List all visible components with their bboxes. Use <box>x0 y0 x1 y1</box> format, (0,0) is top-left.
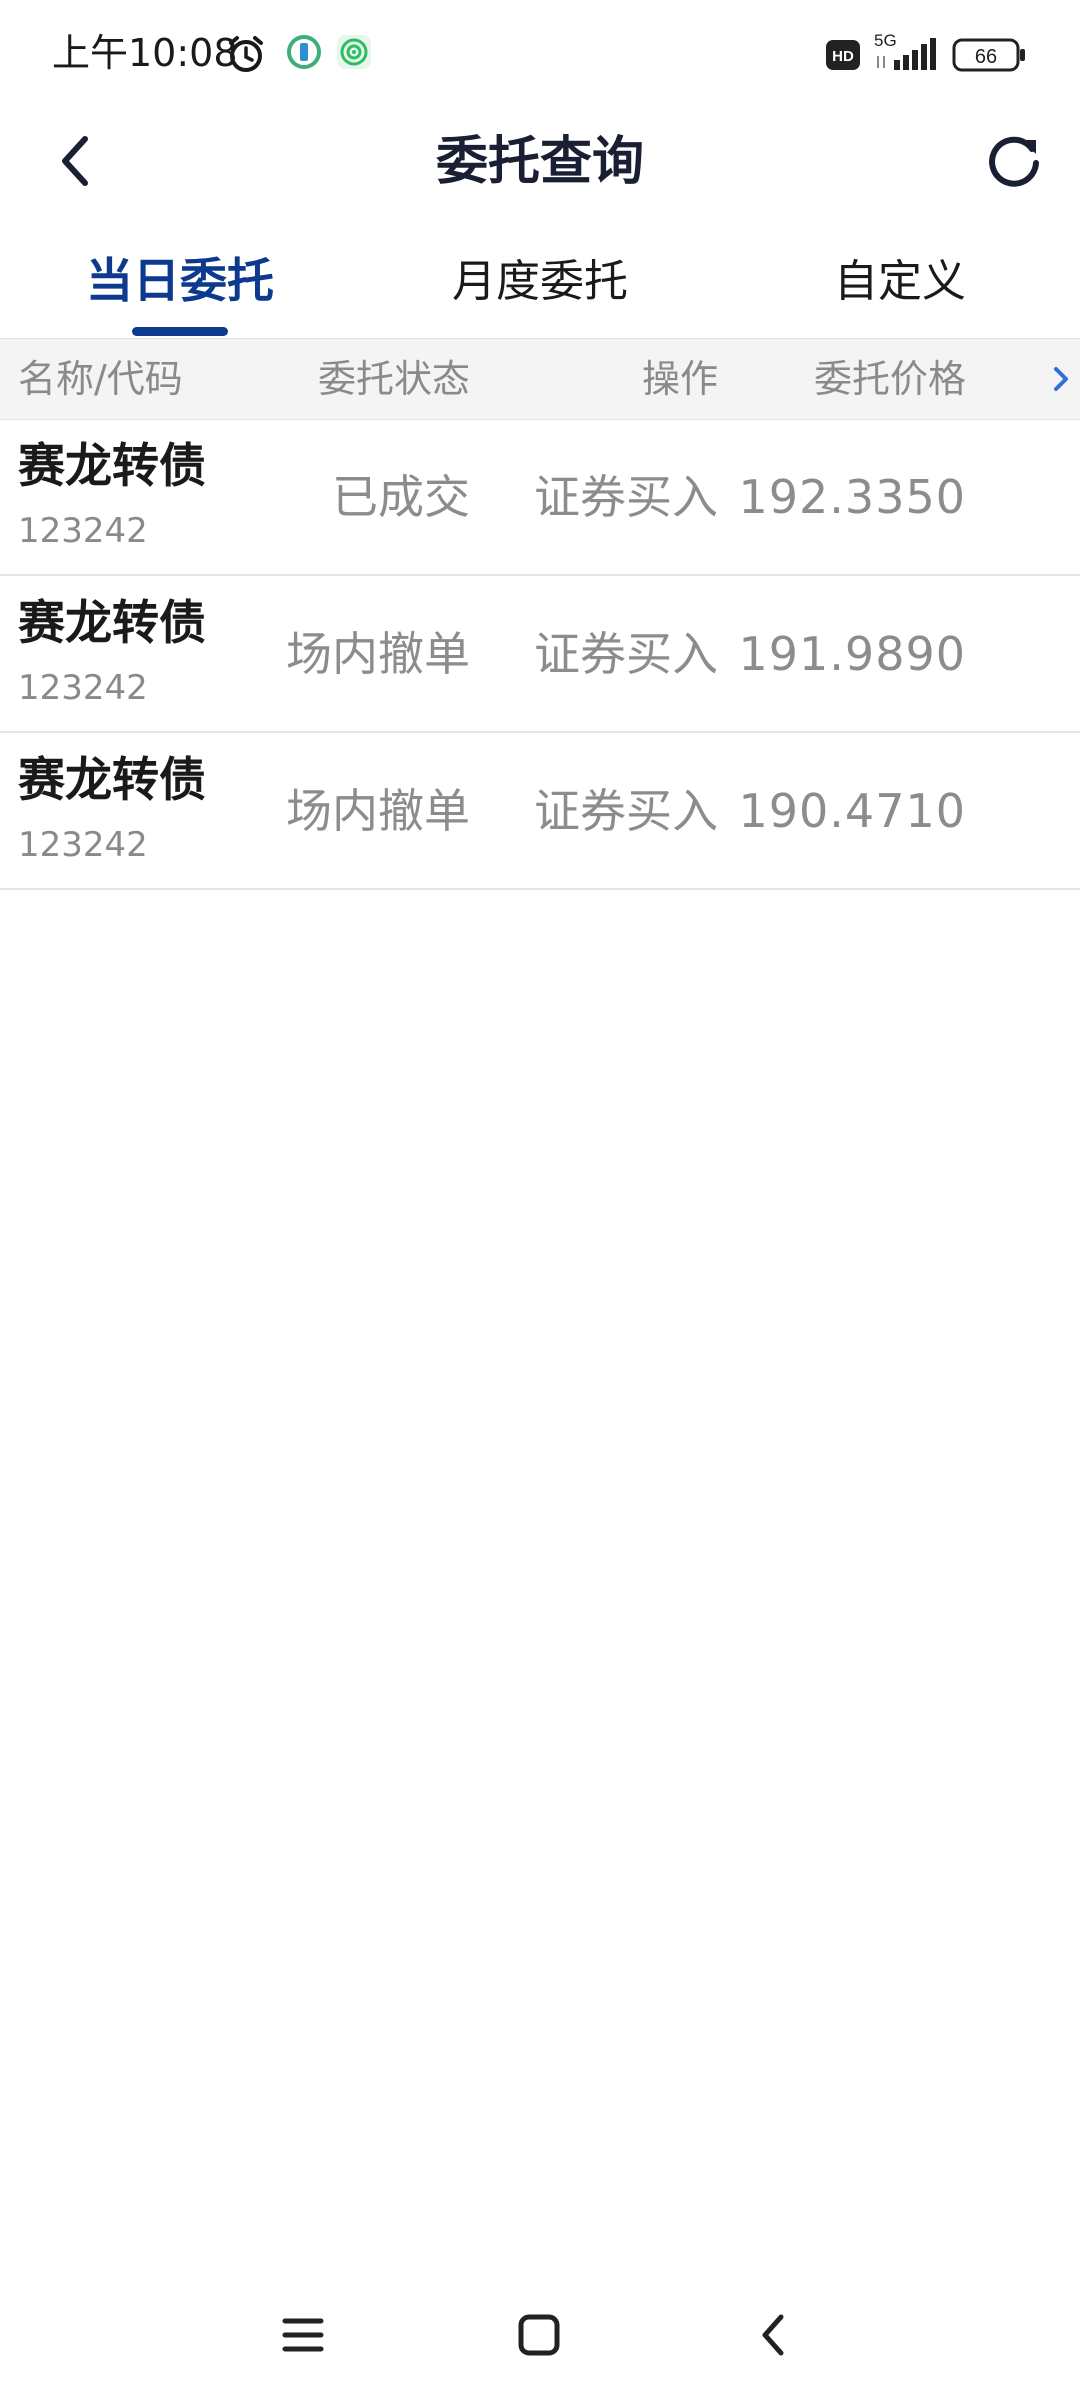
hd-icon: HD <box>826 40 860 74</box>
column-header-name-code: 名称/代码 <box>18 357 183 401</box>
app-notification-icon <box>286 34 322 74</box>
battery-level: 66 <box>975 46 997 68</box>
order-list: 赛龙转债 123242 已成交 证券买入 192.3350 赛龙转债 12324… <box>0 419 1080 890</box>
chevron-left-icon <box>762 2314 784 2356</box>
wechat-pay-icon <box>336 34 372 74</box>
svg-text:5G: 5G <box>874 31 897 50</box>
column-header-price: 委托价格 <box>814 357 967 401</box>
order-status: 场内撤单 <box>286 627 470 681</box>
order-status: 场内撤单 <box>286 784 470 838</box>
square-icon <box>518 2314 560 2356</box>
status-bar: 上午10:08 HD 5G 66 <box>0 0 1080 108</box>
page-title: 委托查询 <box>435 132 644 192</box>
security-name: 赛龙转债 <box>18 439 206 494</box>
tab-today-orders[interactable]: 当日委托 <box>80 252 280 312</box>
more-columns-button[interactable] <box>1048 357 1074 401</box>
security-code: 123242 <box>18 511 148 551</box>
order-operation: 证券买入 <box>534 627 718 681</box>
refresh-icon <box>989 136 1039 187</box>
column-header-operation: 操作 <box>642 357 719 401</box>
status-time: 上午10:08 <box>52 31 238 75</box>
security-code: 123242 <box>18 825 148 865</box>
order-price: 190.4710 <box>738 784 966 838</box>
table-row[interactable]: 赛龙转债 123242 已成交 证券买入 192.3350 <box>0 419 1080 576</box>
svg-text:HD: HD <box>832 48 854 65</box>
order-operation: 证券买入 <box>534 784 718 838</box>
tab-bar: 当日委托 月度委托 自定义 <box>0 230 1080 338</box>
security-name: 赛龙转债 <box>18 596 206 651</box>
order-status: 已成交 <box>332 470 470 524</box>
table-header: 名称/代码 委托状态 操作 委托价格 <box>0 338 1080 420</box>
menu-icon <box>282 2318 324 2352</box>
nav-back-button[interactable] <box>738 2300 808 2370</box>
tab-custom[interactable]: 自定义 <box>820 252 980 312</box>
column-header-status: 委托状态 <box>318 357 471 401</box>
refresh-button[interactable] <box>982 128 1048 194</box>
nav-home-button[interactable] <box>504 2300 574 2370</box>
security-code: 123242 <box>18 668 148 708</box>
chevron-right-icon <box>1054 367 1068 391</box>
header: 委托查询 <box>0 108 1080 212</box>
order-price: 191.9890 <box>738 627 966 681</box>
battery-icon: 66 <box>952 38 1026 76</box>
table-row[interactable]: 赛龙转债 123242 场内撤单 证券买入 191.9890 <box>0 576 1080 733</box>
tab-monthly-orders[interactable]: 月度委托 <box>440 252 640 312</box>
nav-menu-button[interactable] <box>268 2300 338 2370</box>
order-operation: 证券买入 <box>534 470 718 524</box>
table-row[interactable]: 赛龙转债 123242 场内撤单 证券买入 190.4710 <box>0 733 1080 890</box>
system-navigation-bar <box>0 2280 1080 2390</box>
security-name: 赛龙转债 <box>18 753 206 808</box>
order-price: 192.3350 <box>738 470 966 524</box>
active-tab-indicator <box>132 327 228 336</box>
signal-icon: 5G <box>872 30 944 78</box>
alarm-icon <box>226 34 266 78</box>
